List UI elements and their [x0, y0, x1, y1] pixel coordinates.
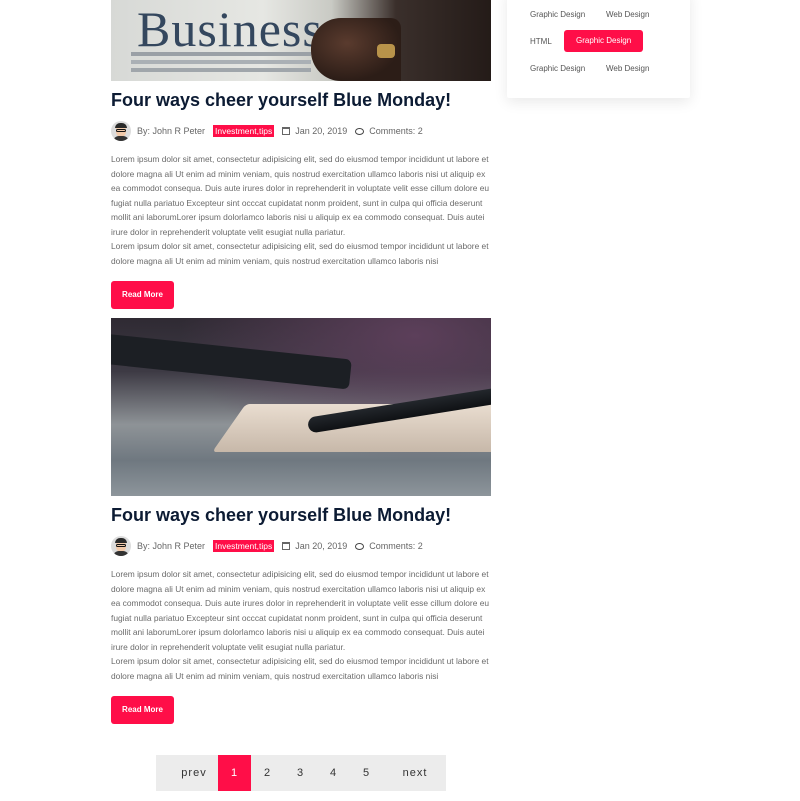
pagination-page-3[interactable]: 3 [284, 755, 317, 791]
post-tags-badge[interactable]: Investment,tips [213, 125, 275, 137]
post-date: Jan 20, 2019 [295, 541, 348, 551]
post-author[interactable]: By: John R Peter [137, 541, 205, 551]
tag-link-graphic-design[interactable]: Graphic Design [530, 10, 585, 19]
read-more-button[interactable]: Read More [111, 696, 174, 724]
post-paragraph: Lorem ipsum dolor sit amet, consectetur … [111, 241, 489, 266]
post-author[interactable]: By: John R Peter [137, 126, 205, 136]
comment-icon [355, 127, 365, 135]
pagination-page-4[interactable]: 4 [317, 755, 350, 791]
pagination-page-2[interactable]: 2 [251, 755, 284, 791]
tag-link-html[interactable]: HTML [530, 37, 552, 46]
tag-link-graphic-design[interactable]: Graphic Design [530, 64, 585, 73]
tag-link-web-design[interactable]: Web Design [606, 10, 649, 19]
calendar-icon [282, 127, 291, 135]
post-image-notebook-pen[interactable] [111, 318, 491, 496]
post-meta: By: John R Peter Investment,tips Jan 20,… [111, 121, 491, 141]
pagination-page-5[interactable]: 5 [350, 755, 383, 791]
blog-post: Four ways cheer yourself Blue Monday! By… [111, 318, 491, 724]
image-newspaper-headline: Business [137, 1, 323, 57]
read-more-button[interactable]: Read More [111, 281, 174, 309]
post-excerpt: Lorem ipsum dolor sit amet, consectetur … [111, 152, 496, 268]
post-image-business-newspaper[interactable]: Business [111, 0, 491, 81]
author-avatar [111, 536, 131, 556]
tag-link-graphic-design-active[interactable]: Graphic Design [564, 30, 644, 52]
post-comments-count[interactable]: Comments: 2 [369, 541, 423, 551]
pagination-prev[interactable]: prev [156, 755, 218, 791]
blog-post: Business Four ways cheer yourself Blue M… [111, 0, 491, 309]
post-meta: By: John R Peter Investment,tips Jan 20,… [111, 536, 491, 556]
post-tags-badge[interactable]: Investment,tips [213, 540, 275, 552]
post-title[interactable]: Four ways cheer yourself Blue Monday! [111, 90, 491, 110]
pagination-page-1[interactable]: 1 [218, 755, 251, 791]
tag-link-web-design[interactable]: Web Design [606, 64, 649, 73]
post-date: Jan 20, 2019 [295, 126, 348, 136]
author-avatar [111, 121, 131, 141]
post-paragraph: Lorem ipsum dolor sit amet, consectetur … [111, 569, 490, 652]
tags-widget: Graphic Design Web Design HTML Graphic D… [507, 0, 690, 98]
post-excerpt: Lorem ipsum dolor sit amet, consectetur … [111, 567, 496, 683]
calendar-icon [282, 542, 291, 550]
post-paragraph: Lorem ipsum dolor sit amet, consectetur … [111, 154, 490, 237]
comment-icon [355, 542, 365, 550]
post-comments-count[interactable]: Comments: 2 [369, 126, 423, 136]
pagination-next[interactable]: next [383, 755, 441, 791]
post-paragraph: Lorem ipsum dolor sit amet, consectetur … [111, 656, 489, 681]
pagination: prev 1 2 3 4 5 next [156, 755, 446, 791]
post-title[interactable]: Four ways cheer yourself Blue Monday! [111, 505, 491, 525]
